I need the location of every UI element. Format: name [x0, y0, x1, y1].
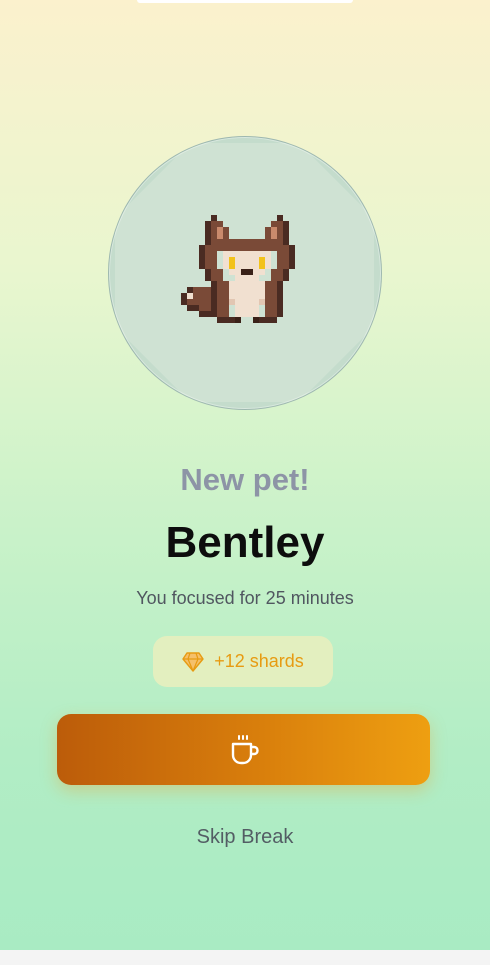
skip-break-button[interactable]: Skip Break [0, 826, 490, 849]
shards-badge: +12 shards [153, 636, 333, 687]
diamond-icon [182, 651, 204, 672]
pet-avatar-frame [108, 136, 382, 410]
pet-name: Bentley [165, 518, 325, 567]
bottom-bar [0, 950, 490, 965]
take-break-button[interactable] [57, 714, 430, 785]
coffee-cup-icon [231, 734, 259, 764]
focus-summary: You focused for 25 minutes [136, 588, 354, 608]
pet-sprite-icon [181, 215, 295, 323]
shards-label: +12 shards [214, 651, 304, 671]
new-pet-headline: New pet! [180, 462, 310, 497]
top-notch [137, 0, 353, 3]
